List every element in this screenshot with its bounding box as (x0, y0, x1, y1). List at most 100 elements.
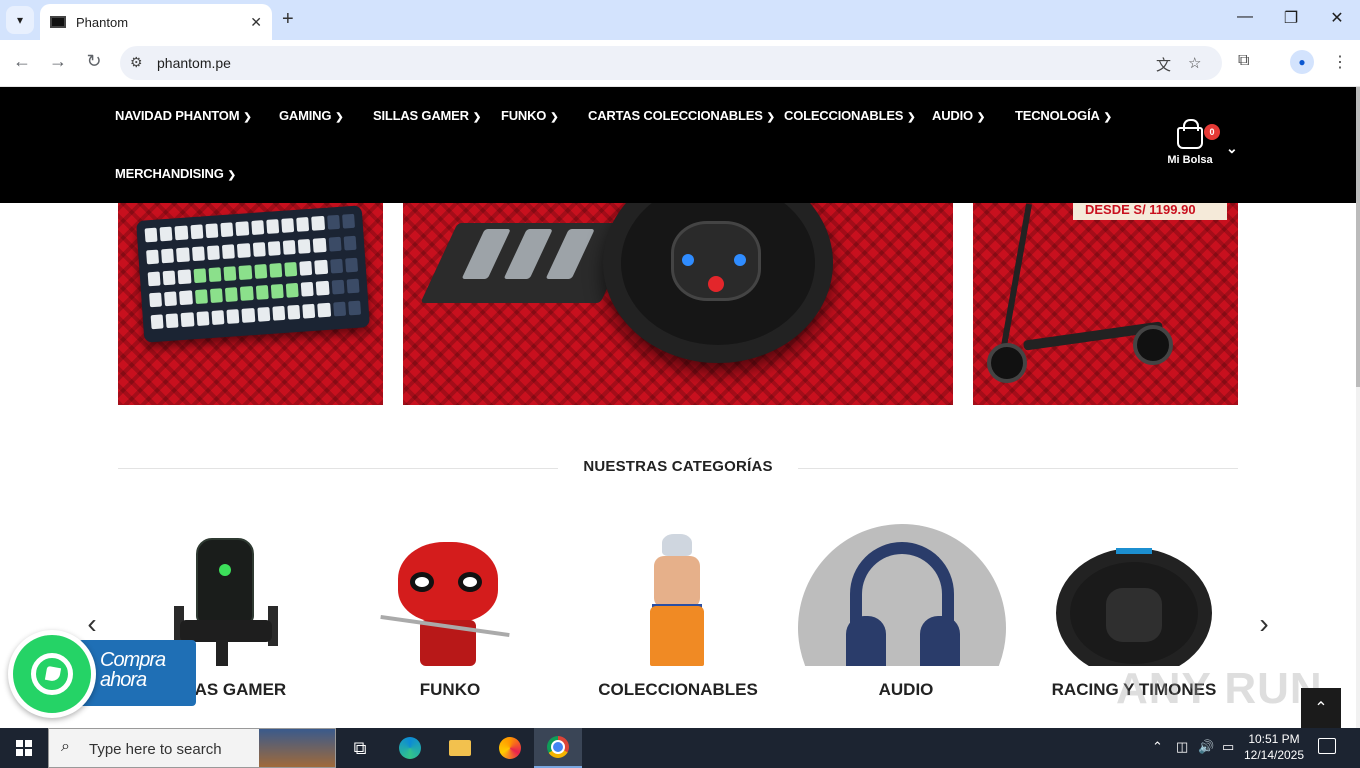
key (150, 314, 164, 330)
watermark: ANY RUN (1116, 664, 1323, 713)
category-card-funko[interactable]: FUNKO (340, 520, 560, 710)
banner-racing-wheel[interactable] (403, 203, 953, 405)
page-scrollbar[interactable] (1356, 87, 1360, 728)
key (332, 301, 346, 317)
close-icon[interactable]: ✕ (250, 14, 262, 31)
key (149, 292, 163, 308)
clock[interactable]: 10:51 PM 12/14/2025 (1236, 731, 1312, 763)
key (237, 242, 251, 258)
key (296, 216, 310, 232)
window-close-icon[interactable]: ✕ (1314, 8, 1360, 28)
site-header: NAVIDAD PHANTOM ❯ GAMING ❯ SILLAS GAMER ❯ F… (0, 87, 1356, 203)
key (176, 247, 190, 263)
category-card-coleccionables[interactable]: COLECCIONABLES (568, 520, 788, 710)
nav-label: COLECCIONABLES (784, 108, 904, 123)
banner-scooter[interactable]: DESDE S/ 1199.90 (973, 203, 1238, 405)
whatsapp-cta-text: Compra ahora (100, 649, 166, 691)
key (209, 288, 223, 304)
url-text[interactable]: phantom.pe (157, 55, 231, 71)
key (221, 244, 236, 259)
scrollbar-thumb[interactable] (1356, 87, 1360, 387)
chevron-down-icon[interactable]: ⌄ (1226, 140, 1238, 157)
chevron-down-icon: ❯ (1103, 112, 1112, 123)
tab-title: Phantom (76, 14, 129, 30)
key (313, 237, 327, 253)
key (159, 226, 173, 242)
menu-icon[interactable]: ⋮ (1332, 52, 1348, 72)
category-image (1024, 520, 1244, 666)
firefox-icon[interactable] (486, 728, 534, 768)
chevron-down-icon: ❯ (766, 112, 775, 123)
chevron-down-icon: ❯ (907, 112, 916, 123)
star-icon[interactable]: ☆ (1188, 54, 1201, 72)
nav-funko[interactable]: FUNKO ❯ (501, 108, 559, 123)
key (270, 284, 284, 300)
nav-merchandising[interactable]: MERCHANDISING ❯ (115, 166, 236, 181)
date: 12/14/2025 (1243, 748, 1305, 762)
key (314, 259, 328, 275)
meet-now-icon[interactable]: ◫ (1176, 739, 1188, 755)
scroll-to-top-icon[interactable]: ⌃ (1301, 688, 1341, 728)
key (299, 260, 313, 276)
nav-coleccionables[interactable]: COLECCIONABLES ❯ (784, 108, 916, 123)
new-tab-icon[interactable]: + (282, 8, 294, 31)
key (144, 227, 158, 243)
search-placeholder: Type here to search (89, 741, 222, 758)
nav-gaming[interactable]: GAMING ❯ (279, 108, 344, 123)
category-label: AUDIO (878, 680, 934, 699)
volume-icon[interactable]: 🔊 (1198, 739, 1214, 755)
key (311, 215, 325, 231)
category-card-audio[interactable]: AUDIO (796, 520, 1016, 710)
restore-icon[interactable]: ❐ (1268, 8, 1314, 28)
category-label: COLECCIONABLES (598, 680, 758, 699)
key (326, 214, 340, 230)
start-button[interactable] (0, 728, 48, 768)
category-image (568, 520, 788, 666)
banner-keyboard[interactable] (118, 203, 383, 405)
translate-icon[interactable]: 文 (1156, 54, 1171, 75)
reload-icon[interactable]: ↻ (82, 51, 106, 72)
nav-audio[interactable]: AUDIO ❯ (932, 108, 985, 123)
notifications-icon[interactable] (1318, 738, 1336, 754)
nav-sillas-gamer[interactable]: SILLAS GAMER ❯ (373, 108, 481, 123)
nav-navidad-phantom[interactable]: NAVIDAD PHANTOM ❯ (115, 108, 252, 123)
nav-cartas-coleccionables[interactable]: CARTAS COLECCIONABLES ❯ (588, 108, 775, 123)
address-bar[interactable]: ⚙ phantom.pe 文 ☆ (120, 46, 1222, 80)
browser-tab[interactable]: Phantom ✕ (40, 4, 272, 40)
nav-label: GAMING (279, 108, 332, 123)
back-icon[interactable]: ← (10, 51, 34, 72)
tab-search-icon[interactable]: ▾ (6, 6, 34, 34)
edge-icon[interactable] (386, 728, 434, 768)
cart-button[interactable]: 0 Mi Bolsa (1162, 119, 1220, 166)
task-view-icon[interactable]: ⧉ (336, 728, 384, 768)
nav-tecnologia[interactable]: TECNOLOGÍA ❯ (1015, 108, 1112, 123)
key (287, 305, 301, 320)
chrome-icon[interactable] (534, 728, 582, 768)
scooter-image (1000, 203, 1032, 353)
minimize-icon[interactable]: — (1222, 8, 1268, 26)
key (272, 306, 286, 321)
taskbar-search[interactable]: ⌕ Type here to search (48, 728, 336, 768)
key (162, 270, 176, 285)
profile-icon[interactable]: ● (1290, 50, 1314, 74)
whatsapp-button[interactable]: Compra ahora (8, 630, 196, 720)
key (226, 309, 240, 325)
key (235, 221, 249, 237)
site-settings-icon[interactable]: ⚙ (130, 54, 143, 71)
file-explorer-icon[interactable] (436, 728, 484, 768)
network-icon[interactable]: ▭ (1222, 739, 1234, 755)
forward-icon[interactable]: → (46, 51, 70, 72)
key (147, 271, 161, 286)
carousel-next-icon[interactable]: › (1252, 608, 1276, 640)
key (205, 223, 219, 239)
chevron-down-icon: ❯ (243, 112, 252, 123)
price-tag: DESDE S/ 1199.90 (1073, 203, 1227, 220)
extensions-icon[interactable]: ⧉ (1238, 52, 1249, 70)
cart-count-badge: 0 (1204, 124, 1220, 140)
key (344, 257, 359, 273)
key (208, 266, 222, 282)
whatsapp-icon[interactable] (8, 630, 96, 718)
category-image (796, 520, 1016, 666)
key (190, 224, 204, 240)
show-hidden-icons-icon[interactable]: ⌃ (1152, 739, 1163, 755)
